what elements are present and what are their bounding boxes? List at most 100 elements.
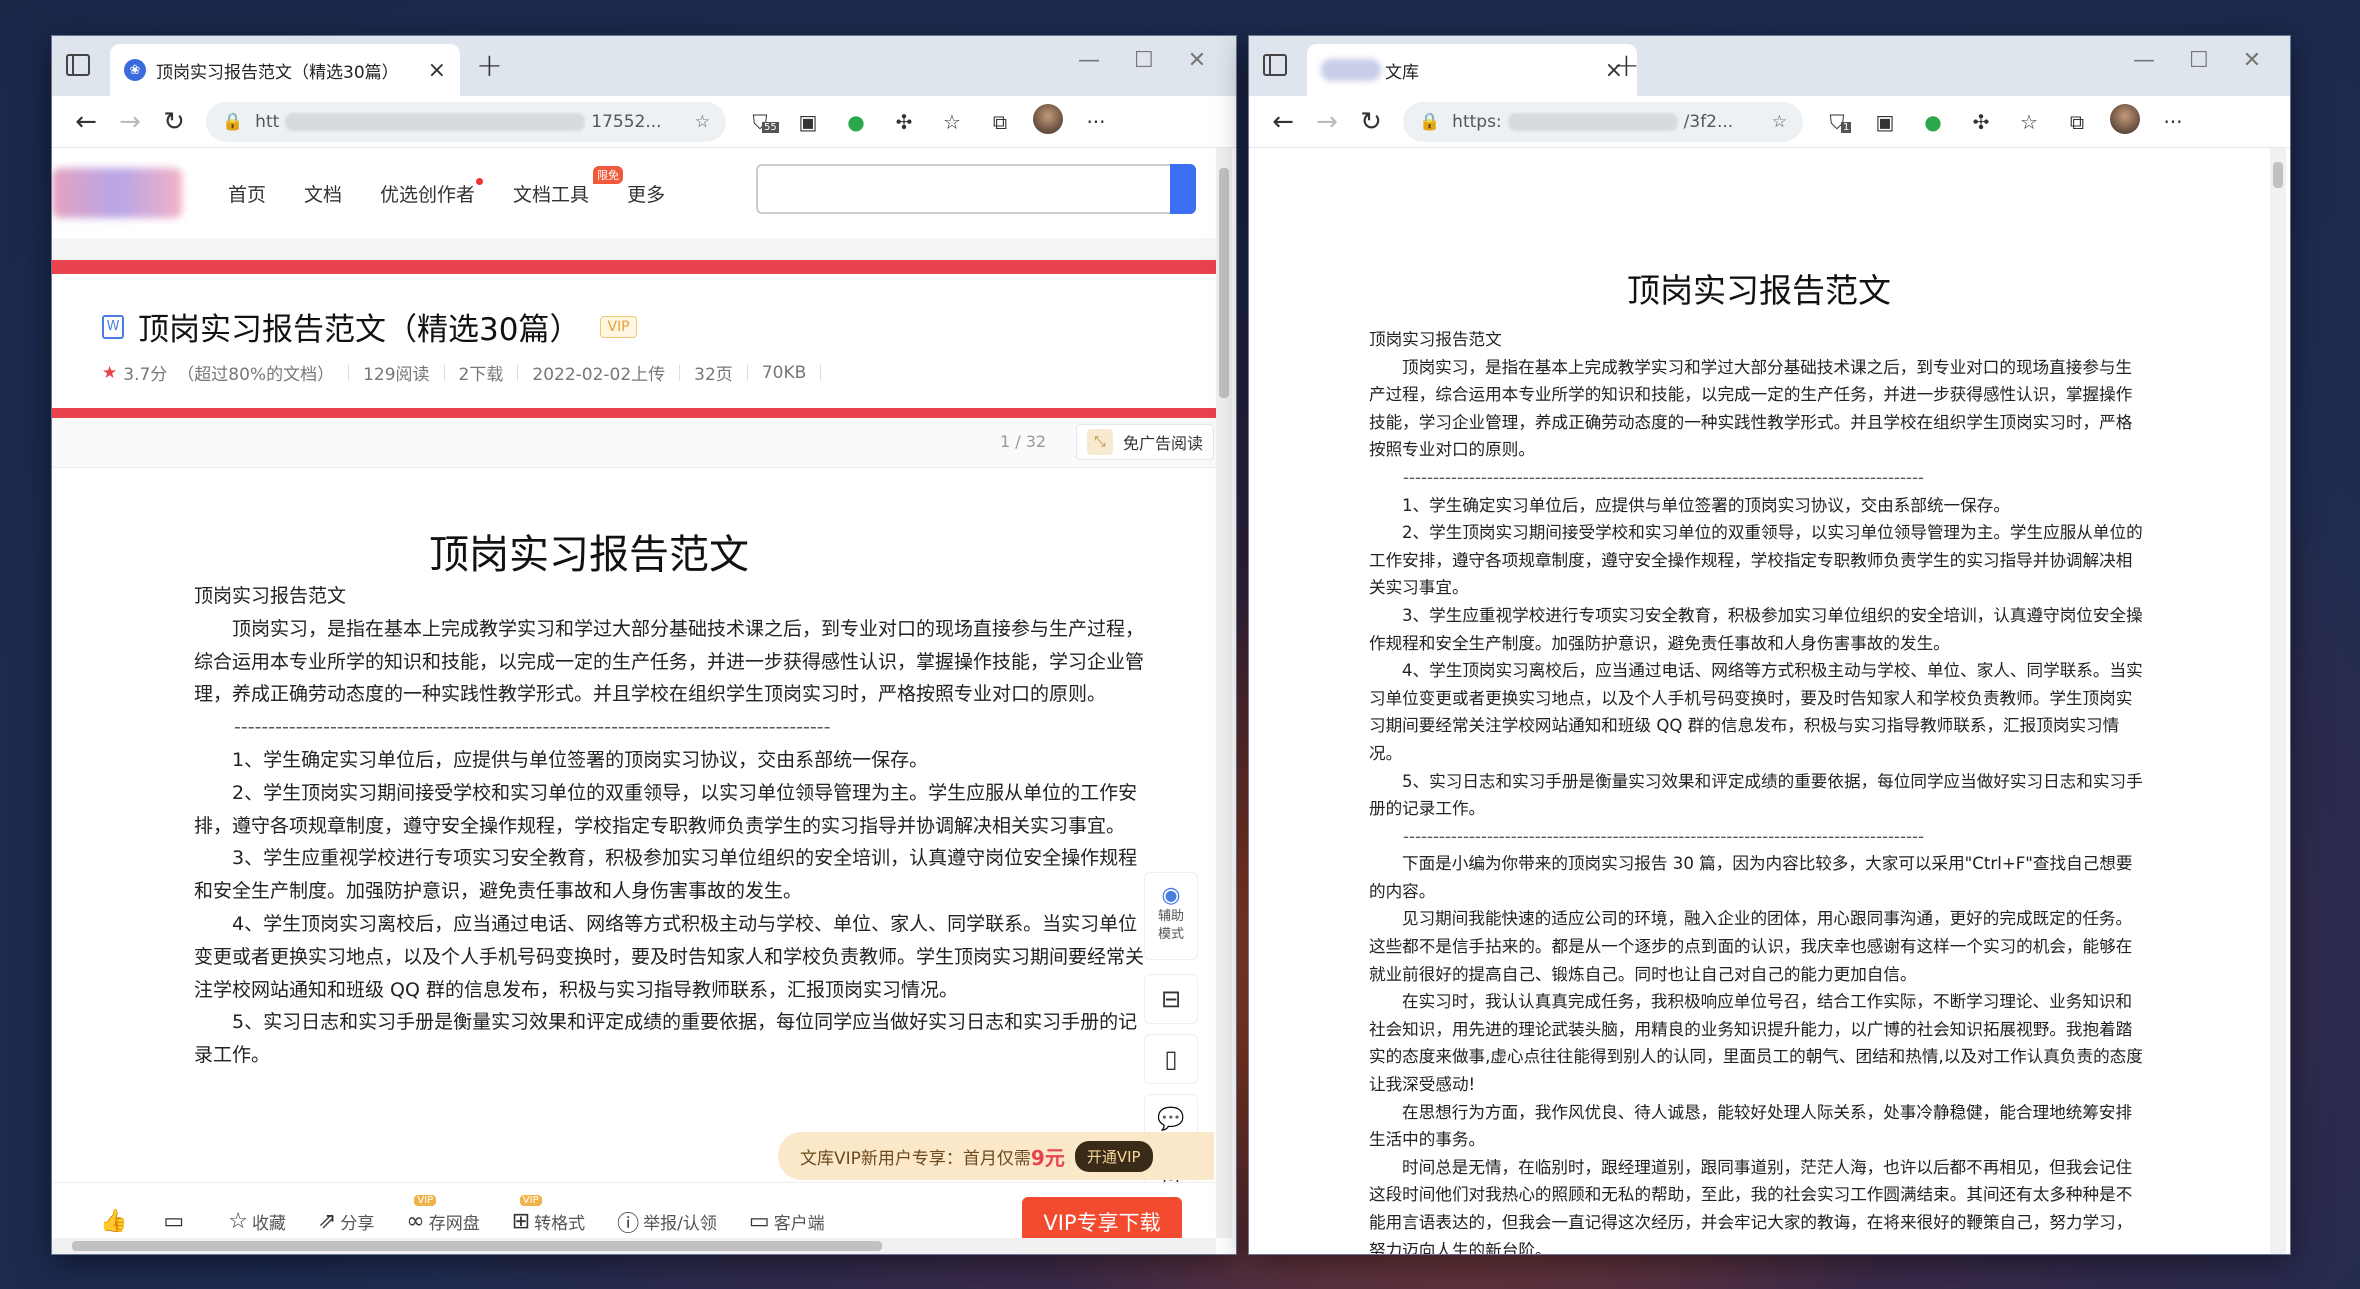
refresh-icon[interactable]: ↻ bbox=[152, 107, 196, 137]
close-window-icon[interactable]: ✕ bbox=[2243, 48, 2261, 73]
nav-doc-tools[interactable]: 文档工具 限免 bbox=[513, 165, 624, 207]
more-menu-icon[interactable]: ··· bbox=[2149, 110, 2197, 134]
page-indicator: 1 / 32 bbox=[1000, 432, 1047, 451]
search-input[interactable] bbox=[756, 164, 1196, 214]
save-to-disk-button[interactable]: VIP ∞ 存网盘 bbox=[406, 1195, 480, 1234]
maximize-icon[interactable]: ☐ bbox=[2189, 48, 2209, 73]
comment-button[interactable]: ▭ bbox=[163, 1209, 188, 1234]
extension-badge: 55 bbox=[762, 121, 779, 133]
file-size: 70KB bbox=[761, 362, 807, 383]
url-redacted bbox=[1507, 112, 1678, 131]
tab-active[interactable]: 文库 × bbox=[1307, 44, 1637, 96]
new-tab-button[interactable]: + bbox=[476, 46, 503, 84]
site-logo[interactable] bbox=[52, 168, 182, 218]
url-prefix: https: bbox=[1452, 111, 1502, 132]
horizontal-scrollbar[interactable] bbox=[52, 1238, 1216, 1254]
divider-dashes: ----------------------------------------… bbox=[1403, 826, 1924, 846]
image-icon[interactable]: ▣ bbox=[1861, 110, 1909, 134]
report-button[interactable]: ⓘ 举报/认领 bbox=[617, 1206, 717, 1238]
vip-promo-banner[interactable]: 文库VIP新用户专享：首月仅需 9元 开通VIP bbox=[778, 1132, 1214, 1180]
lock-icon[interactable]: 🔒 bbox=[1419, 112, 1440, 132]
tab-title: 文库 bbox=[1385, 62, 1419, 83]
extension-check-icon[interactable]: ● bbox=[1909, 110, 1957, 134]
paragraph: 5、实习日志和实习手册是衡量实习效果和评定成绩的重要依据，每位同学应当做好实习日… bbox=[194, 1011, 1138, 1067]
url-suffix: /3f2... bbox=[1683, 111, 1734, 132]
open-vip-button[interactable]: 开通VIP bbox=[1074, 1140, 1153, 1172]
assist-label: 辅助模式 bbox=[1157, 909, 1184, 942]
search-button[interactable] bbox=[1170, 164, 1196, 214]
back-arrow-icon[interactable]: ← bbox=[64, 107, 108, 137]
assist-mode-button[interactable]: ◉ 辅助模式 bbox=[1144, 872, 1198, 960]
browser-window-left: ❀ 顶岗实习报告范文（精选30篇） × + — ☐ ✕ ← → ↻ 🔒 htt … bbox=[52, 36, 1236, 1254]
client-button[interactable]: ▭ 客户端 bbox=[749, 1209, 825, 1234]
maximize-icon[interactable]: ☐ bbox=[1134, 48, 1154, 73]
nav-home[interactable]: 首页 bbox=[228, 180, 266, 207]
tab-actions-icon[interactable] bbox=[1263, 54, 1287, 76]
tab-favicon-redacted bbox=[1321, 59, 1381, 81]
word-file-icon: W bbox=[102, 314, 124, 339]
doc-subtitle: 顶岗实习报告范文 bbox=[1369, 330, 1502, 349]
paragraph: 3、学生应重视学校进行专项实习安全教育，积极参加实习单位组织的安全培训，认真遵守… bbox=[194, 847, 1138, 903]
lock-icon[interactable]: 🔒 bbox=[222, 112, 243, 132]
tab-active[interactable]: ❀ 顶岗实习报告范文（精选30篇） × bbox=[110, 44, 460, 96]
favorite-star-icon[interactable]: ☆ bbox=[1772, 112, 1787, 132]
paragraph: 在思想行为方面，我作风优良、待人诚恳，能较好处理人际关系，处事冷静稳健，能合理地… bbox=[1369, 1102, 2133, 1150]
paragraph: 3、学生应重视学校进行专项实习安全教育，积极参加实习单位组织的安全培训，认真遵守… bbox=[1369, 605, 2143, 653]
vertical-scrollbar[interactable] bbox=[2270, 148, 2286, 1254]
paragraph: 1、学生确定实习单位后，应提供与单位签署的顶岗实习协议，交由系部统一保存。 bbox=[1402, 495, 2010, 515]
phone-icon[interactable]: ▯ bbox=[1144, 1034, 1198, 1084]
profile-avatar[interactable] bbox=[2101, 104, 2149, 139]
nav-creators[interactable]: 优选创作者 bbox=[380, 177, 484, 207]
refresh-icon[interactable]: ↻ bbox=[1349, 107, 1393, 137]
nav-more[interactable]: 更多 bbox=[627, 180, 665, 207]
url-suffix: 17552... bbox=[591, 111, 662, 132]
convert-format-button[interactable]: VIP ⊞ 转格式 bbox=[512, 1195, 585, 1234]
favorites-icon[interactable]: ☆ bbox=[928, 110, 976, 134]
promo-price: 9元 bbox=[1030, 1145, 1065, 1170]
vertical-scrollbar[interactable] bbox=[1216, 148, 1232, 1238]
thumbs-up-icon: 👍 bbox=[100, 1209, 128, 1234]
image-icon[interactable]: ▣ bbox=[784, 110, 832, 134]
doc-subtitle: 顶岗实习报告范文 bbox=[194, 585, 347, 607]
puzzle-icon[interactable]: ✣ bbox=[1957, 110, 2005, 134]
window-controls: — ☐ ✕ bbox=[1078, 48, 1206, 73]
minimize-icon[interactable]: — bbox=[1078, 48, 1100, 73]
briefcase-icon[interactable]: ⊟ bbox=[1144, 974, 1198, 1024]
collections-icon[interactable]: ⧉ bbox=[2053, 110, 2101, 134]
like-button[interactable]: 👍 bbox=[100, 1209, 131, 1234]
address-bar[interactable]: 🔒 https: /3f2... ☆ bbox=[1403, 101, 1803, 142]
extension-shield-icon[interactable]: ⛉ 55 bbox=[736, 110, 784, 134]
more-menu-icon[interactable]: ··· bbox=[1072, 110, 1120, 134]
read-count: 129阅读 bbox=[363, 365, 430, 385]
forward-arrow-icon[interactable]: → bbox=[1305, 107, 1349, 137]
favorite-star-icon[interactable]: ☆ bbox=[695, 112, 710, 132]
rating: 3.7分 bbox=[123, 365, 168, 385]
extension-shield-icon[interactable]: ⛉ 1 bbox=[1813, 110, 1861, 134]
new-tab-button[interactable]: + bbox=[1613, 46, 1640, 84]
paragraph: 时间总是无情，在临别时，跟经理道别，跟同事道别，茫茫人海，也许以后都不再相见，但… bbox=[1369, 1157, 2133, 1254]
close-window-icon[interactable]: ✕ bbox=[1188, 48, 1206, 73]
close-tab-icon[interactable]: × bbox=[428, 58, 446, 83]
paragraph: 下面是小编为你带来的顶岗实习报告 30 篇，因为内容比较多，大家可以采用"Ctr… bbox=[1369, 854, 2133, 901]
nav-docs[interactable]: 文档 bbox=[304, 180, 342, 207]
collect-button[interactable]: ☆ 收藏 bbox=[228, 1209, 286, 1234]
minimize-icon[interactable]: — bbox=[2133, 48, 2155, 73]
tab-strip: ❀ 顶岗实习报告范文（精选30篇） × + — ☐ ✕ bbox=[52, 36, 1236, 96]
puzzle-icon[interactable]: ✣ bbox=[880, 110, 928, 134]
paragraph: 2、学生顶岗实习期间接受学校和实习单位的双重领导，以实习单位领导管理为主。学生应… bbox=[194, 781, 1138, 837]
url-prefix: htt bbox=[255, 111, 280, 132]
adfree-read-button[interactable]: ⤡ 免广告阅读 bbox=[1076, 424, 1215, 460]
extension-check-icon[interactable]: ● bbox=[832, 110, 880, 134]
collections-icon[interactable]: ⧉ bbox=[976, 110, 1024, 134]
paragraph: 见习期间我能快速的适应公司的环境，融入企业的团体，用心跟同事沟通，更好的完成既定… bbox=[1369, 909, 2133, 984]
favorites-icon[interactable]: ☆ bbox=[2005, 110, 2053, 134]
share-button[interactable]: ⇗ 分享 bbox=[318, 1209, 374, 1234]
forward-arrow-icon[interactable]: → bbox=[108, 107, 152, 137]
profile-avatar[interactable] bbox=[1024, 104, 1072, 139]
star-outline-icon: ☆ bbox=[228, 1209, 248, 1234]
alert-icon: ⓘ bbox=[617, 1211, 640, 1237]
page-count: 32页 bbox=[694, 365, 733, 385]
tab-actions-icon[interactable] bbox=[66, 54, 90, 76]
back-arrow-icon[interactable]: ← bbox=[1261, 107, 1305, 137]
address-bar[interactable]: 🔒 htt 17552... ☆ bbox=[206, 101, 726, 142]
